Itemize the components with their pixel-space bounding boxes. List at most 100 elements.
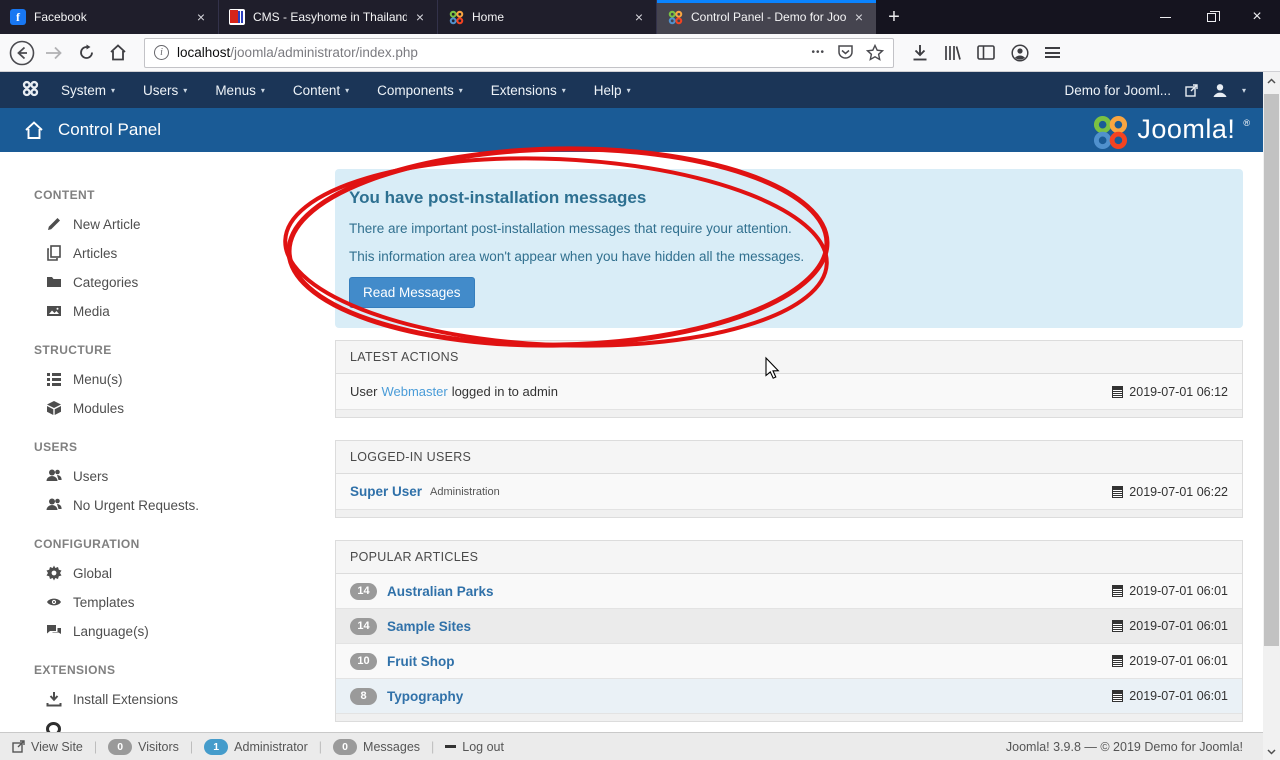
- users-icon: [46, 468, 62, 484]
- account-icon[interactable]: [1011, 44, 1029, 62]
- library-icon[interactable]: [944, 45, 961, 61]
- sidebar-toggle-icon[interactable]: [977, 45, 995, 60]
- window-controls: ×: [1142, 0, 1280, 34]
- sidebar-item-users[interactable]: Users: [46, 468, 335, 484]
- sidebar-item-new-article[interactable]: New Article: [46, 216, 335, 232]
- chevron-down-icon[interactable]: ▾: [1242, 86, 1246, 95]
- sidebar-item-media[interactable]: Media: [46, 303, 335, 319]
- scroll-down-arrow[interactable]: [1263, 743, 1280, 760]
- pocket-icon[interactable]: [837, 44, 854, 61]
- downloads-icon[interactable]: [912, 44, 928, 61]
- user-client: Administration: [430, 486, 500, 498]
- forward-button[interactable]: [38, 37, 70, 69]
- menu-menus[interactable]: Menus▾: [201, 72, 279, 108]
- close-icon[interactable]: ×: [413, 9, 427, 25]
- menu-users[interactable]: Users▾: [129, 72, 201, 108]
- tab-facebook[interactable]: f Facebook ×: [0, 0, 219, 34]
- restore-button[interactable]: [1188, 0, 1234, 34]
- page-title: Control Panel: [58, 120, 161, 140]
- url-bar[interactable]: i localhost/joomla/administrator/index.p…: [144, 38, 894, 68]
- article-link[interactable]: Australian Parks: [387, 584, 494, 599]
- logout-link[interactable]: Log out: [445, 740, 504, 754]
- admin-sidebar: CONTENT New Article Articles Categories …: [0, 152, 335, 732]
- user-link[interactable]: Webmaster: [381, 384, 447, 399]
- admin-count-badge: 1: [204, 739, 228, 755]
- user-link[interactable]: Super User: [350, 484, 422, 499]
- sidebar-item-global[interactable]: Global: [46, 565, 335, 581]
- menu-extensions[interactable]: Extensions▾: [477, 72, 580, 108]
- close-icon[interactable]: ×: [194, 9, 208, 25]
- sidebar-item-templates[interactable]: Templates: [46, 594, 335, 610]
- sidebar-item-modules[interactable]: Modules: [46, 400, 335, 416]
- tab-home[interactable]: Home ×: [438, 0, 657, 34]
- close-window-button[interactable]: ×: [1234, 0, 1280, 34]
- cms-site-icon: [229, 9, 245, 25]
- view-site-link[interactable]: View Site: [12, 740, 83, 754]
- menu-icon[interactable]: [1045, 47, 1060, 58]
- image-icon: [46, 303, 62, 319]
- scrollbar-thumb[interactable]: [1264, 94, 1279, 646]
- article-link[interactable]: Fruit Shop: [387, 654, 455, 669]
- sidebar-item-menus[interactable]: Menu(s): [46, 371, 335, 387]
- site-info-icon[interactable]: i: [154, 45, 169, 60]
- page-actions-icon[interactable]: •••: [811, 47, 825, 58]
- browser-toolbar: i localhost/joomla/administrator/index.p…: [0, 34, 1280, 72]
- tab-cms-easyhome[interactable]: CMS - Easyhome in Thailand ×: [219, 0, 438, 34]
- reload-button[interactable]: [70, 37, 102, 69]
- sidebar-item-articles[interactable]: Articles: [46, 245, 335, 261]
- comments-icon: [46, 623, 62, 639]
- joomla-icon: [1092, 114, 1129, 151]
- sidebar-item-languages[interactable]: Language(s): [46, 623, 335, 639]
- read-messages-button[interactable]: Read Messages: [349, 277, 475, 308]
- url-host: localhost: [177, 45, 230, 60]
- messages-count-badge: 0: [333, 739, 357, 755]
- hits-badge: 14: [350, 583, 377, 600]
- visitors-status[interactable]: 0 Visitors: [108, 739, 179, 755]
- action-date: 2019-07-01 06:12: [1129, 385, 1228, 399]
- joomla-icon: [448, 9, 464, 25]
- calendar-icon: [1112, 585, 1123, 597]
- close-icon[interactable]: ×: [852, 9, 866, 25]
- new-tab-button[interactable]: +: [876, 0, 912, 34]
- calendar-icon: [1112, 690, 1123, 702]
- section-title-content: CONTENT: [34, 188, 335, 202]
- article-date: 2019-07-01 06:01: [1129, 654, 1228, 668]
- chevron-down-icon: ▾: [345, 86, 349, 95]
- menu-system[interactable]: System▾: [47, 72, 129, 108]
- reload-icon: [78, 44, 95, 61]
- messages-status[interactable]: 0 Messages: [333, 739, 420, 755]
- url-path: /joomla/administrator/index.php: [230, 45, 418, 60]
- admin-status-bar: View Site | 0 Visitors | 1 Administrator…: [0, 732, 1263, 760]
- minimize-button[interactable]: [1142, 0, 1188, 34]
- home-button[interactable]: [102, 37, 134, 69]
- tab-title: Home: [472, 10, 626, 24]
- administrators-status[interactable]: 1 Administrator: [204, 739, 308, 755]
- back-button[interactable]: [6, 37, 38, 69]
- hits-badge: 10: [350, 653, 377, 670]
- article-date: 2019-07-01 06:01: [1129, 584, 1228, 598]
- close-icon[interactable]: ×: [632, 9, 646, 25]
- sidebar-item-categories[interactable]: Categories: [46, 274, 335, 290]
- article-link[interactable]: Typography: [387, 689, 463, 704]
- menu-components[interactable]: Components▾: [363, 72, 477, 108]
- version-copyright: Joomla! 3.9.8 — © 2019 Demo for Joomla!: [1006, 740, 1251, 754]
- sidebar-item-no-urgent-requests[interactable]: No Urgent Requests.: [46, 497, 335, 513]
- article-link[interactable]: Sample Sites: [387, 619, 471, 634]
- section-title-configuration: CONFIGURATION: [34, 537, 335, 551]
- bookmark-star-icon[interactable]: [866, 44, 884, 61]
- scroll-up-arrow[interactable]: [1263, 72, 1280, 89]
- tab-control-panel-active[interactable]: Control Panel - Demo for Joom ×: [657, 0, 876, 34]
- joomla-logo: Joomla! ®: [1092, 114, 1250, 151]
- menu-help[interactable]: Help▾: [580, 72, 645, 108]
- clipped-maintenance-icon: [46, 722, 63, 732]
- chevron-down-icon: ▾: [562, 86, 566, 95]
- user-menu-icon[interactable]: [1212, 83, 1228, 98]
- sidebar-item-install-extensions[interactable]: Install Extensions: [46, 691, 335, 707]
- panel-footer: [336, 714, 1242, 721]
- users-icon: [46, 497, 62, 513]
- menu-content[interactable]: Content▾: [279, 72, 363, 108]
- external-link-icon[interactable]: [1185, 84, 1198, 97]
- site-preview-link[interactable]: Demo for Jooml...: [1064, 83, 1171, 98]
- page-scrollbar[interactable]: [1263, 72, 1280, 760]
- folder-icon: [46, 274, 62, 290]
